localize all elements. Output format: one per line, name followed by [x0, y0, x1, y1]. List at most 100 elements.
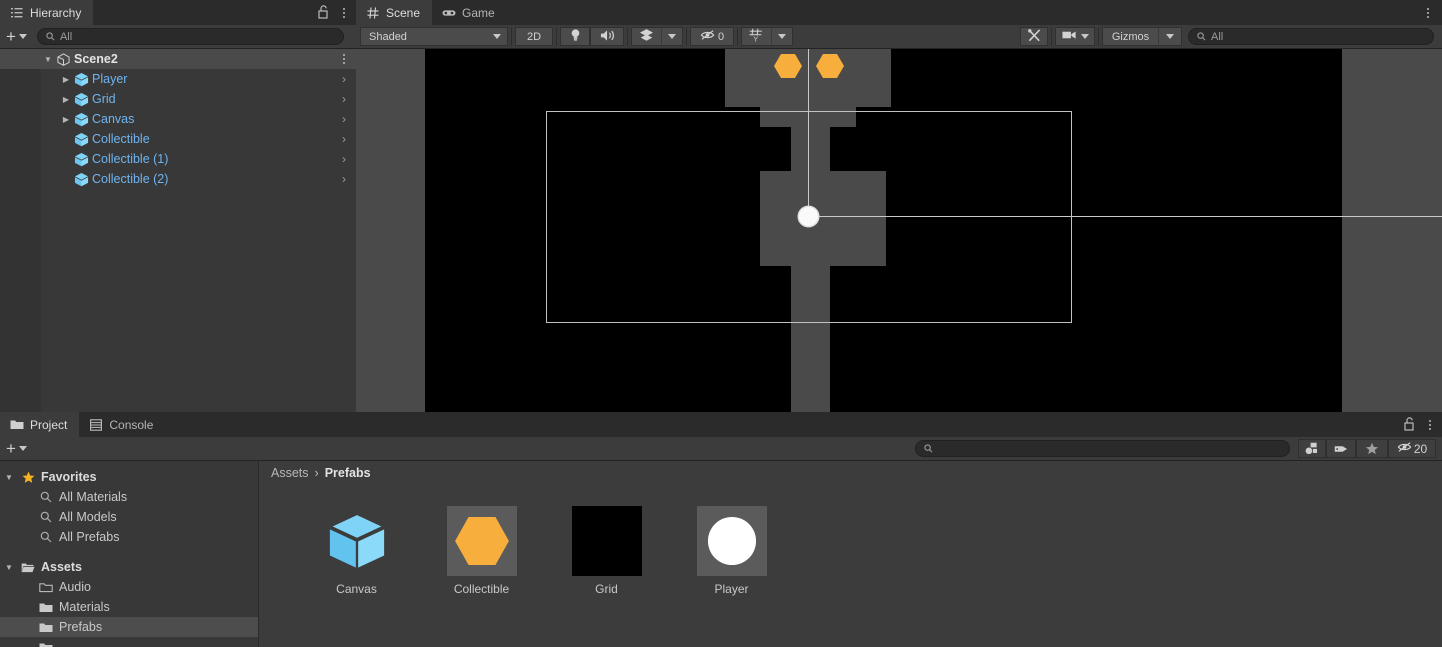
asset-item-player[interactable]: Player: [684, 506, 779, 596]
favorite-star-icon[interactable]: [1356, 439, 1388, 458]
player-gizmo[interactable]: [799, 207, 818, 226]
hierarchy-item-label: Canvas: [92, 112, 135, 126]
tab-project[interactable]: Project: [0, 412, 80, 437]
project-tree-label: Materials: [59, 600, 110, 614]
project-tree-item-all-materials[interactable]: All Materials: [0, 487, 258, 507]
project-tree-item-assets[interactable]: ▼ Assets: [0, 557, 258, 577]
gizmos-dropdown[interactable]: [1158, 27, 1182, 46]
hierarchy-item-label: Grid: [92, 92, 116, 106]
hierarchy-add-button[interactable]: +: [6, 26, 27, 46]
project-tree-item-all-prefabs[interactable]: All Prefabs: [0, 527, 258, 547]
lock-open-icon[interactable]: [317, 4, 330, 22]
prefab-open-chevron-icon[interactable]: ›: [342, 172, 346, 186]
scene-search-input[interactable]: All: [1188, 28, 1434, 45]
project-hidden-count: 20: [1413, 441, 1428, 456]
hierarchy-list-icon: [10, 6, 24, 20]
hidden-objects-button[interactable]: 0: [690, 27, 734, 46]
draw-mode-dropdown[interactable]: Shaded: [360, 27, 508, 46]
cube-3d-icon: [322, 506, 392, 576]
asset-item-collectible[interactable]: Collectible: [434, 506, 529, 596]
tab-project-label: Project: [30, 417, 68, 432]
toolbar-divider: [627, 27, 628, 46]
fx-dropdown[interactable]: [661, 27, 683, 46]
hierarchy-scene-row[interactable]: ▼ Scene2: [0, 49, 356, 69]
fx-toggle-button[interactable]: [631, 27, 661, 46]
scene-tabbar: Scene Game: [356, 0, 1442, 25]
hierarchy-add-label: +: [6, 26, 16, 46]
scene-camera-dropdown[interactable]: [1055, 27, 1095, 46]
wall-right: [1342, 49, 1442, 412]
gizmos-button[interactable]: Gizmos: [1102, 27, 1158, 46]
expand-twisty-icon[interactable]: ▶: [59, 115, 73, 124]
project-tree-label: All Materials: [59, 490, 128, 504]
prefab-open-chevron-icon[interactable]: ›: [342, 72, 346, 86]
scene-viewport[interactable]: [356, 49, 1442, 412]
tab-hierarchy[interactable]: Hierarchy: [0, 0, 94, 25]
asset-grid: Canvas Collectible Grid Player: [259, 484, 1442, 596]
chevron-down-icon: [778, 34, 786, 39]
asset-item-canvas[interactable]: Canvas: [309, 506, 404, 596]
asset-item-label: Player: [714, 582, 749, 596]
hierarchy-item-canvas[interactable]: ▶ Canvas ›: [0, 109, 356, 129]
grid-hash-icon: [366, 6, 380, 20]
prefab-open-chevron-icon[interactable]: ›: [342, 132, 346, 146]
hierarchy-item-collectible-2[interactable]: Collectible (2) ›: [0, 169, 356, 189]
project-menu-icon[interactable]: [1422, 415, 1438, 435]
prefab-cube-icon: [73, 172, 89, 187]
toolbar-divider: [686, 27, 687, 46]
tab-console-label: Console: [109, 417, 154, 432]
hierarchy-item-player[interactable]: ▶ Player ›: [0, 69, 356, 89]
expand-twisty-icon[interactable]: ▶: [59, 75, 73, 84]
project-add-button[interactable]: +: [6, 440, 27, 457]
prefab-open-chevron-icon[interactable]: ›: [342, 112, 346, 126]
hierarchy-item-collectible[interactable]: Collectible ›: [0, 129, 356, 149]
scene-row-menu-icon[interactable]: [336, 49, 352, 69]
project-tree-item-prefabs[interactable]: Prefabs: [0, 617, 258, 637]
asset-type-filter-icon[interactable]: [1298, 439, 1326, 458]
project-folder-tree: ▼ Favorites All Materials All Models All Pre…: [0, 461, 259, 647]
hierarchy-menu-icon[interactable]: [336, 3, 352, 23]
chevron-down-icon: [493, 34, 501, 39]
scene-menu-icon[interactable]: [1420, 3, 1436, 23]
prefab-open-chevron-icon[interactable]: ›: [342, 152, 346, 166]
hierarchy-item-collectible-1[interactable]: Collectible (1) ›: [0, 149, 356, 169]
asset-item-grid[interactable]: Grid: [559, 506, 654, 596]
scene-tools-button[interactable]: [1020, 27, 1048, 46]
search-icon: [36, 531, 56, 543]
grid-snap-dropdown[interactable]: [771, 27, 793, 46]
prefab-cube-icon: [73, 152, 89, 167]
tab-game[interactable]: Game: [432, 0, 507, 25]
project-tree-item-materials[interactable]: Materials: [0, 597, 258, 617]
tab-game-label: Game: [462, 5, 495, 20]
toggle-2d-button[interactable]: 2D: [515, 27, 553, 46]
gizmos-label: Gizmos: [1111, 30, 1150, 43]
breadcrumb-root[interactable]: Assets: [271, 466, 309, 480]
lighting-toggle-button[interactable]: [560, 27, 590, 46]
project-search-input[interactable]: [915, 440, 1290, 457]
eye-slash-icon: [1397, 441, 1412, 456]
tab-console[interactable]: Console: [79, 412, 165, 437]
expand-twisty-icon[interactable]: ▶: [59, 95, 73, 104]
project-tree-item-audio[interactable]: Audio: [0, 577, 258, 597]
tree-twisty-icon[interactable]: ▼: [0, 473, 18, 482]
scene-search-placeholder: All: [1211, 30, 1224, 43]
project-toolbar: + 20: [0, 437, 1442, 461]
project-lock-open-icon[interactable]: [1403, 416, 1416, 434]
project-tree-item-partial[interactable]: [0, 637, 258, 647]
scene-panel: Scene Game Shaded 2D 0 Y Gizmos All: [356, 0, 1442, 412]
project-tree-label: All Prefabs: [59, 530, 120, 544]
tree-twisty-icon[interactable]: ▼: [0, 563, 18, 572]
hierarchy-search-input[interactable]: All: [36, 28, 344, 45]
prefab-open-chevron-icon[interactable]: ›: [342, 92, 346, 106]
scene-twisty-icon[interactable]: ▼: [41, 55, 55, 64]
project-hidden-button[interactable]: 20: [1388, 439, 1436, 458]
audio-toggle-button[interactable]: [590, 27, 624, 46]
project-tree-item-favorites[interactable]: ▼ Favorites: [0, 467, 258, 487]
grid-snap-button[interactable]: Y: [741, 27, 771, 46]
project-tree-item-all-models[interactable]: All Models: [0, 507, 258, 527]
label-filter-icon[interactable]: [1326, 439, 1356, 458]
wall-left: [356, 49, 425, 412]
tab-scene[interactable]: Scene: [356, 0, 433, 25]
star-icon: [18, 471, 38, 484]
hierarchy-item-grid[interactable]: ▶ Grid ›: [0, 89, 356, 109]
